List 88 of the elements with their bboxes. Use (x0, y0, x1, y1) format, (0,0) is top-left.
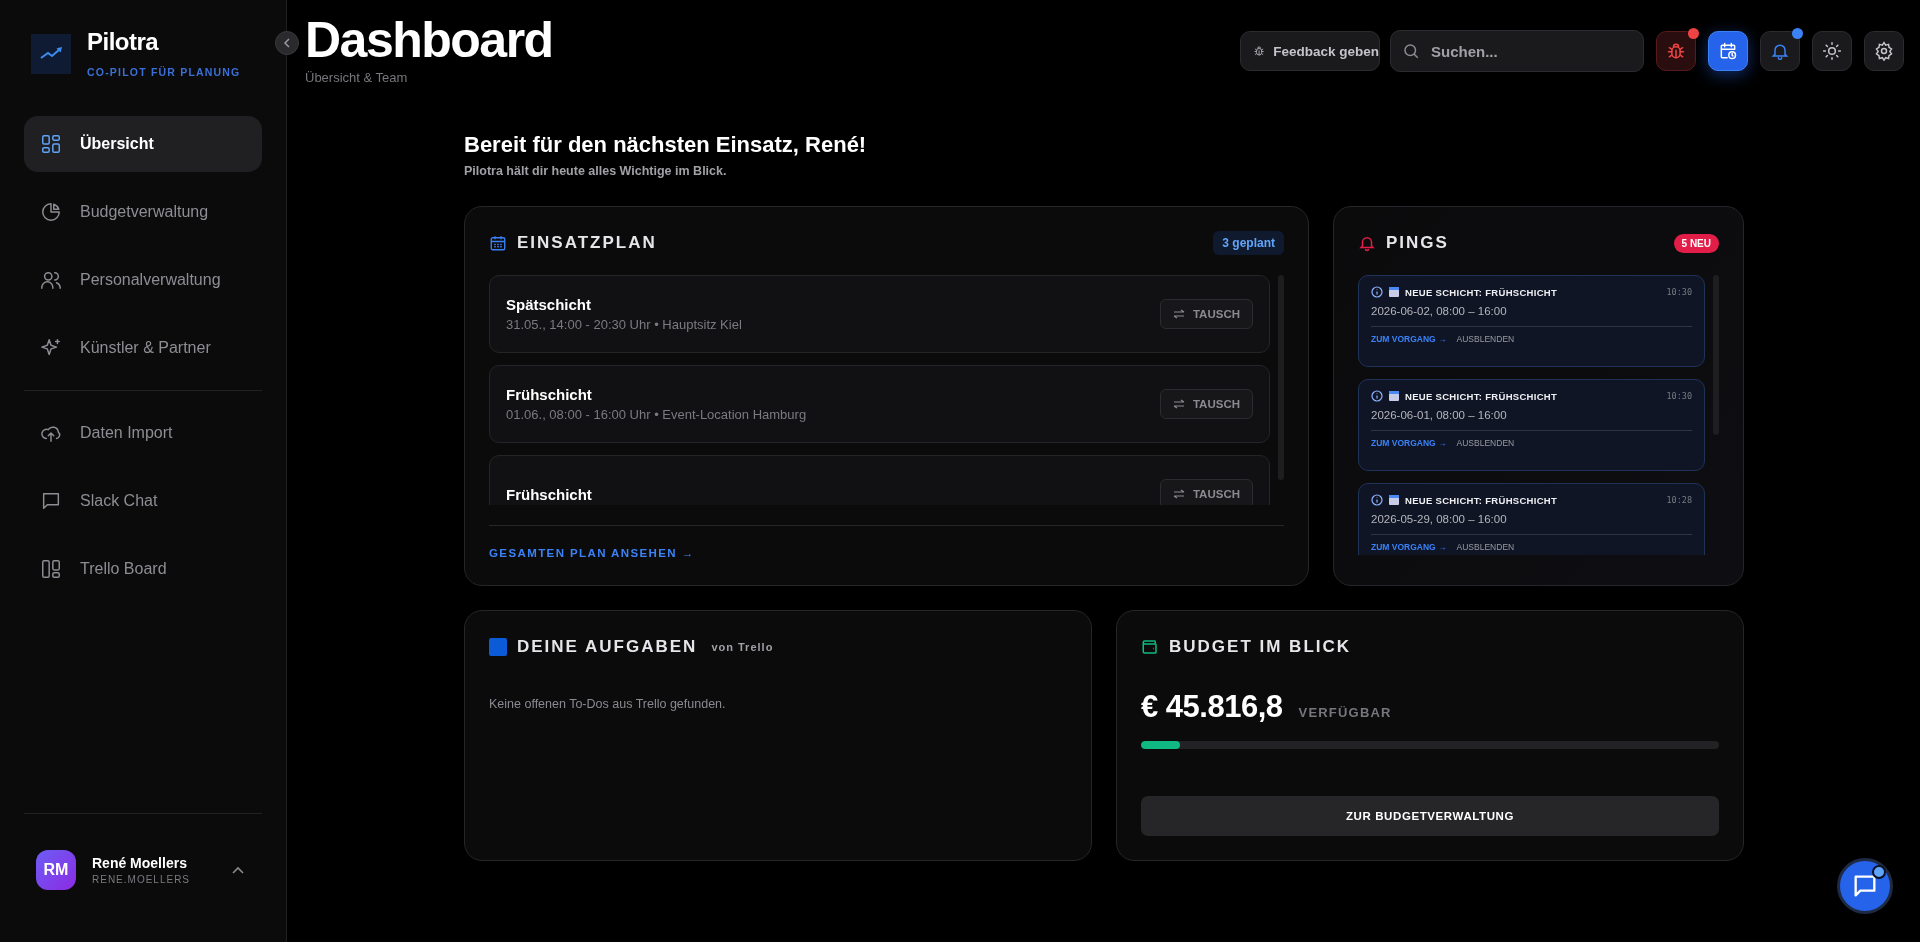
welcome-heading: Bereit für den nächsten Einsatz, René! (464, 132, 868, 158)
search-field[interactable]: Suchen... (1390, 30, 1644, 72)
sun-icon (1822, 41, 1842, 61)
notification-time: 10:28 (1666, 495, 1692, 505)
search-icon (1402, 42, 1420, 60)
bell-icon (1770, 41, 1790, 61)
card-title: DEINE AUFGABEN (517, 637, 698, 657)
card-title: PINGS (1386, 233, 1449, 253)
swap-icon (1172, 309, 1185, 319)
app-name: Pilotra (87, 28, 160, 56)
chevron-up-icon[interactable] (232, 866, 244, 874)
feedback-button[interactable]: Feedback geben (1240, 31, 1380, 71)
chat-icon (40, 490, 62, 512)
calendar-icon (1389, 287, 1399, 297)
notification-time: 10:30 (1666, 287, 1692, 297)
page-title: Dashboard (305, 12, 553, 68)
board-icon (489, 638, 507, 656)
sidebar-item[interactable]: Trello Board (24, 541, 262, 597)
source-label: von Trello (711, 641, 774, 653)
bell-icon (1358, 234, 1376, 252)
bug-report-button[interactable] (1656, 31, 1696, 71)
user-handle: RENE.MOELLERS (92, 874, 192, 885)
chat-button[interactable] (1837, 858, 1893, 914)
new-count-badge: 5 NEU (1673, 233, 1719, 253)
schedule-button[interactable] (1708, 31, 1748, 71)
budget-management-button[interactable]: ZUR BUDGETVERWALTUNG (1141, 796, 1719, 836)
swap-icon (1172, 399, 1185, 409)
dismiss-link[interactable]: AUSBLENDEN (1456, 334, 1515, 344)
calendar-clock-icon (1718, 41, 1738, 61)
sidebar-item[interactable]: Übersicht (24, 116, 262, 172)
open-link[interactable]: ZUM VORGANG → (1371, 438, 1447, 448)
swap-button[interactable]: TAUSCH (1159, 479, 1253, 505)
dismiss-link[interactable]: AUSBLENDEN (1456, 438, 1515, 448)
notification-text: 2026-05-29, 08:00 – 16:00 (1371, 513, 1692, 535)
settings-button[interactable] (1864, 31, 1904, 71)
swap-button[interactable]: TAUSCH (1159, 389, 1253, 419)
notification-time: 10:30 (1666, 391, 1692, 401)
settings-icon (1874, 41, 1894, 61)
calendar-icon (1389, 391, 1399, 401)
welcome-subtitle: Pilotra hält dir heute alles Wichtige im Blick. (464, 164, 728, 178)
shift-name: Frühschicht (506, 485, 592, 503)
card-title: EINSATZPLAN (517, 233, 657, 253)
theme-button[interactable] (1812, 31, 1852, 71)
notification-title: NEUE SCHICHT: FRÜHSCHICHT (1405, 494, 1558, 506)
page-subtitle: Übersicht & Team (305, 70, 409, 85)
calendar-icon (1389, 495, 1399, 505)
swap-button[interactable]: TAUSCH (1159, 299, 1253, 329)
shift-details: 01.06., 08:00 - 16:00 Uhr • Event-Location Hamburg (506, 407, 807, 422)
sidebar-item[interactable]: Slack Chat (24, 473, 262, 529)
sidebar-item[interactable]: Daten Import (24, 405, 262, 461)
user-avatar: RM (36, 850, 76, 890)
open-link[interactable]: ZUM VORGANG → (1371, 334, 1447, 344)
notification-title: NEUE SCHICHT: FRÜHSCHICHT (1405, 286, 1558, 298)
info-icon (1371, 494, 1383, 506)
available-label: VERFÜGBAR (1298, 705, 1392, 720)
sidebar-item[interactable]: Künstler & Partner (24, 320, 262, 376)
board-icon (40, 558, 62, 580)
empty-message: Keine offenen To-Dos aus Trello gefunden. (489, 697, 727, 711)
card-title: BUDGET IM BLICK (1169, 637, 1352, 657)
shift-name: Frühschicht (506, 386, 593, 403)
info-icon (1371, 286, 1383, 298)
chevron-left-icon (283, 38, 291, 48)
notification-text: 2026-06-02, 08:00 – 16:00 (1371, 305, 1692, 327)
planned-count: 3 geplant (1213, 231, 1284, 255)
bug-icon (1253, 43, 1266, 59)
sidebar-item[interactable]: Personalverwaltung (24, 252, 262, 308)
calendar-icon (489, 234, 507, 252)
grid-icon (40, 133, 62, 155)
dismiss-link[interactable]: AUSBLENDEN (1456, 542, 1515, 552)
bug-icon (1666, 41, 1686, 61)
notification-text: 2026-06-01, 08:00 – 16:00 (1371, 409, 1692, 431)
notification-title: NEUE SCHICHT: FRÜHSCHICHT (1405, 390, 1558, 402)
swap-icon (1172, 489, 1185, 499)
pie-chart-icon (40, 201, 62, 223)
open-link[interactable]: ZUM VORGANG → (1371, 542, 1447, 552)
users-icon (40, 269, 62, 291)
shift-details: 31.05., 14:00 - 20:30 Uhr • Hauptsitz Kiel (506, 317, 742, 332)
info-icon (1371, 390, 1383, 402)
sidebar-item[interactable]: Budgetverwaltung (24, 184, 262, 240)
logo-icon (31, 34, 71, 74)
budget-amount: € 45.816,8 (1141, 689, 1283, 725)
app-tagline: CO-PILOT FÜR PLANUNG (87, 66, 241, 78)
collapse-sidebar-button[interactable] (275, 31, 299, 55)
wallet-icon (1141, 638, 1159, 656)
notifications-button[interactable] (1760, 31, 1800, 71)
view-full-plan-link[interactable]: GESAMTEN PLAN ANSEHEN → (489, 547, 695, 559)
shift-name: Spätschicht (506, 296, 593, 313)
user-name: René Moellers (92, 855, 188, 871)
